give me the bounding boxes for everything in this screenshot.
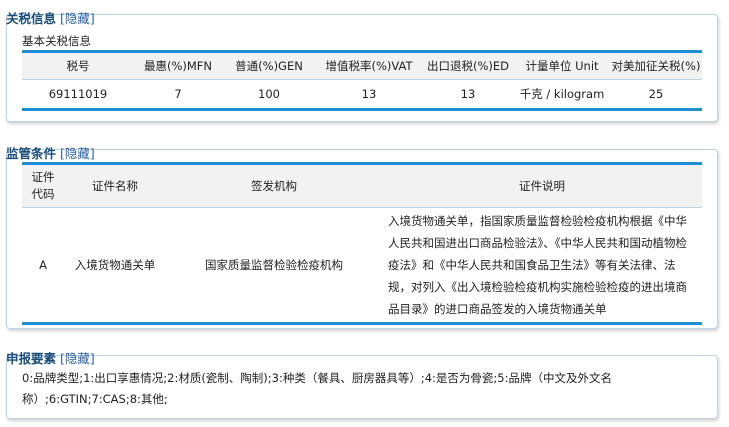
cell-ed: 13 [460, 87, 476, 101]
header-gen: 普通(%)GEN [222, 51, 316, 80]
cell-cert-code: A [39, 258, 47, 272]
cell-us-tariff: 25 [648, 87, 664, 101]
tariff-hide-toggle[interactable]: [隐藏] [60, 11, 95, 26]
header-cert-name: 证件名称 [64, 163, 166, 208]
declaration-hide-toggle[interactable]: [隐藏] [60, 351, 95, 366]
cell-vat: 13 [361, 87, 377, 101]
regulation-section-title: 监管条件 [隐藏] [6, 143, 95, 162]
header-mfn: 最惠(%)MFN [134, 51, 222, 80]
regulation-hide-toggle[interactable]: [隐藏] [60, 146, 95, 161]
regulation-title-text: 监管条件 [6, 146, 57, 161]
cell-hs-code: 69111019 [48, 87, 108, 101]
header-unit: 计量单位 Unit [514, 51, 610, 80]
header-ed: 出口退税(%)ED [422, 51, 514, 80]
declaration-text: 0:品牌类型;1:出口享惠情况;2:材质(瓷制、陶制);3:种类（餐具、厨房器具… [22, 371, 612, 406]
regulation-data-row: A 入境货物通关单 国家质量监督检验检疫机构 入境货物通关单，指国家质量监督检验… [22, 208, 702, 324]
header-issuer: 签发机构 [166, 163, 382, 208]
declaration-title-text: 申报要素 [6, 351, 57, 366]
regulation-header-row: 证件 代码 证件名称 签发机构 证件说明 [22, 163, 702, 208]
cell-cert-desc: 入境货物通关单，指国家质量监督检验检疫机构根据《中华人民共和国进出口商品检验法》… [388, 214, 687, 316]
cell-issuer: 国家质量监督检验检疫机构 [205, 258, 343, 272]
tariff-title-text: 关税信息 [6, 11, 57, 26]
tariff-subtitle: 基本关税信息 [22, 34, 91, 48]
header-us-tariff: 对美加征关税(%) [610, 51, 702, 80]
cell-cert-name: 入境货物通关单 [74, 258, 156, 272]
cell-mfn: 7 [174, 87, 182, 101]
cell-gen: 100 [258, 87, 280, 101]
header-vat: 增值税率(%)VAT [316, 51, 422, 80]
declaration-section-title: 申报要素 [隐藏] [6, 348, 95, 367]
header-cert-desc: 证件说明 [382, 163, 702, 208]
tariff-section-title: 关税信息 [隐藏] [6, 8, 95, 27]
tariff-header-row: 税号 最惠(%)MFN 普通(%)GEN 增值税率(%)VAT 出口退税(%)E… [22, 51, 702, 80]
header-hs-code: 税号 [22, 51, 134, 80]
tariff-data-row: 69111019 7 100 13 13 千克 / kilogram 25 [22, 80, 702, 110]
header-cert-code: 证件 代码 [22, 163, 64, 208]
tariff-table: 税号 最惠(%)MFN 普通(%)GEN 增值税率(%)VAT 出口退税(%)E… [22, 50, 702, 111]
regulation-table: 证件 代码 证件名称 签发机构 证件说明 A 入境货物通关单 国家质量监督检验检… [22, 162, 702, 325]
cell-unit: 千克 / kilogram [519, 87, 605, 101]
